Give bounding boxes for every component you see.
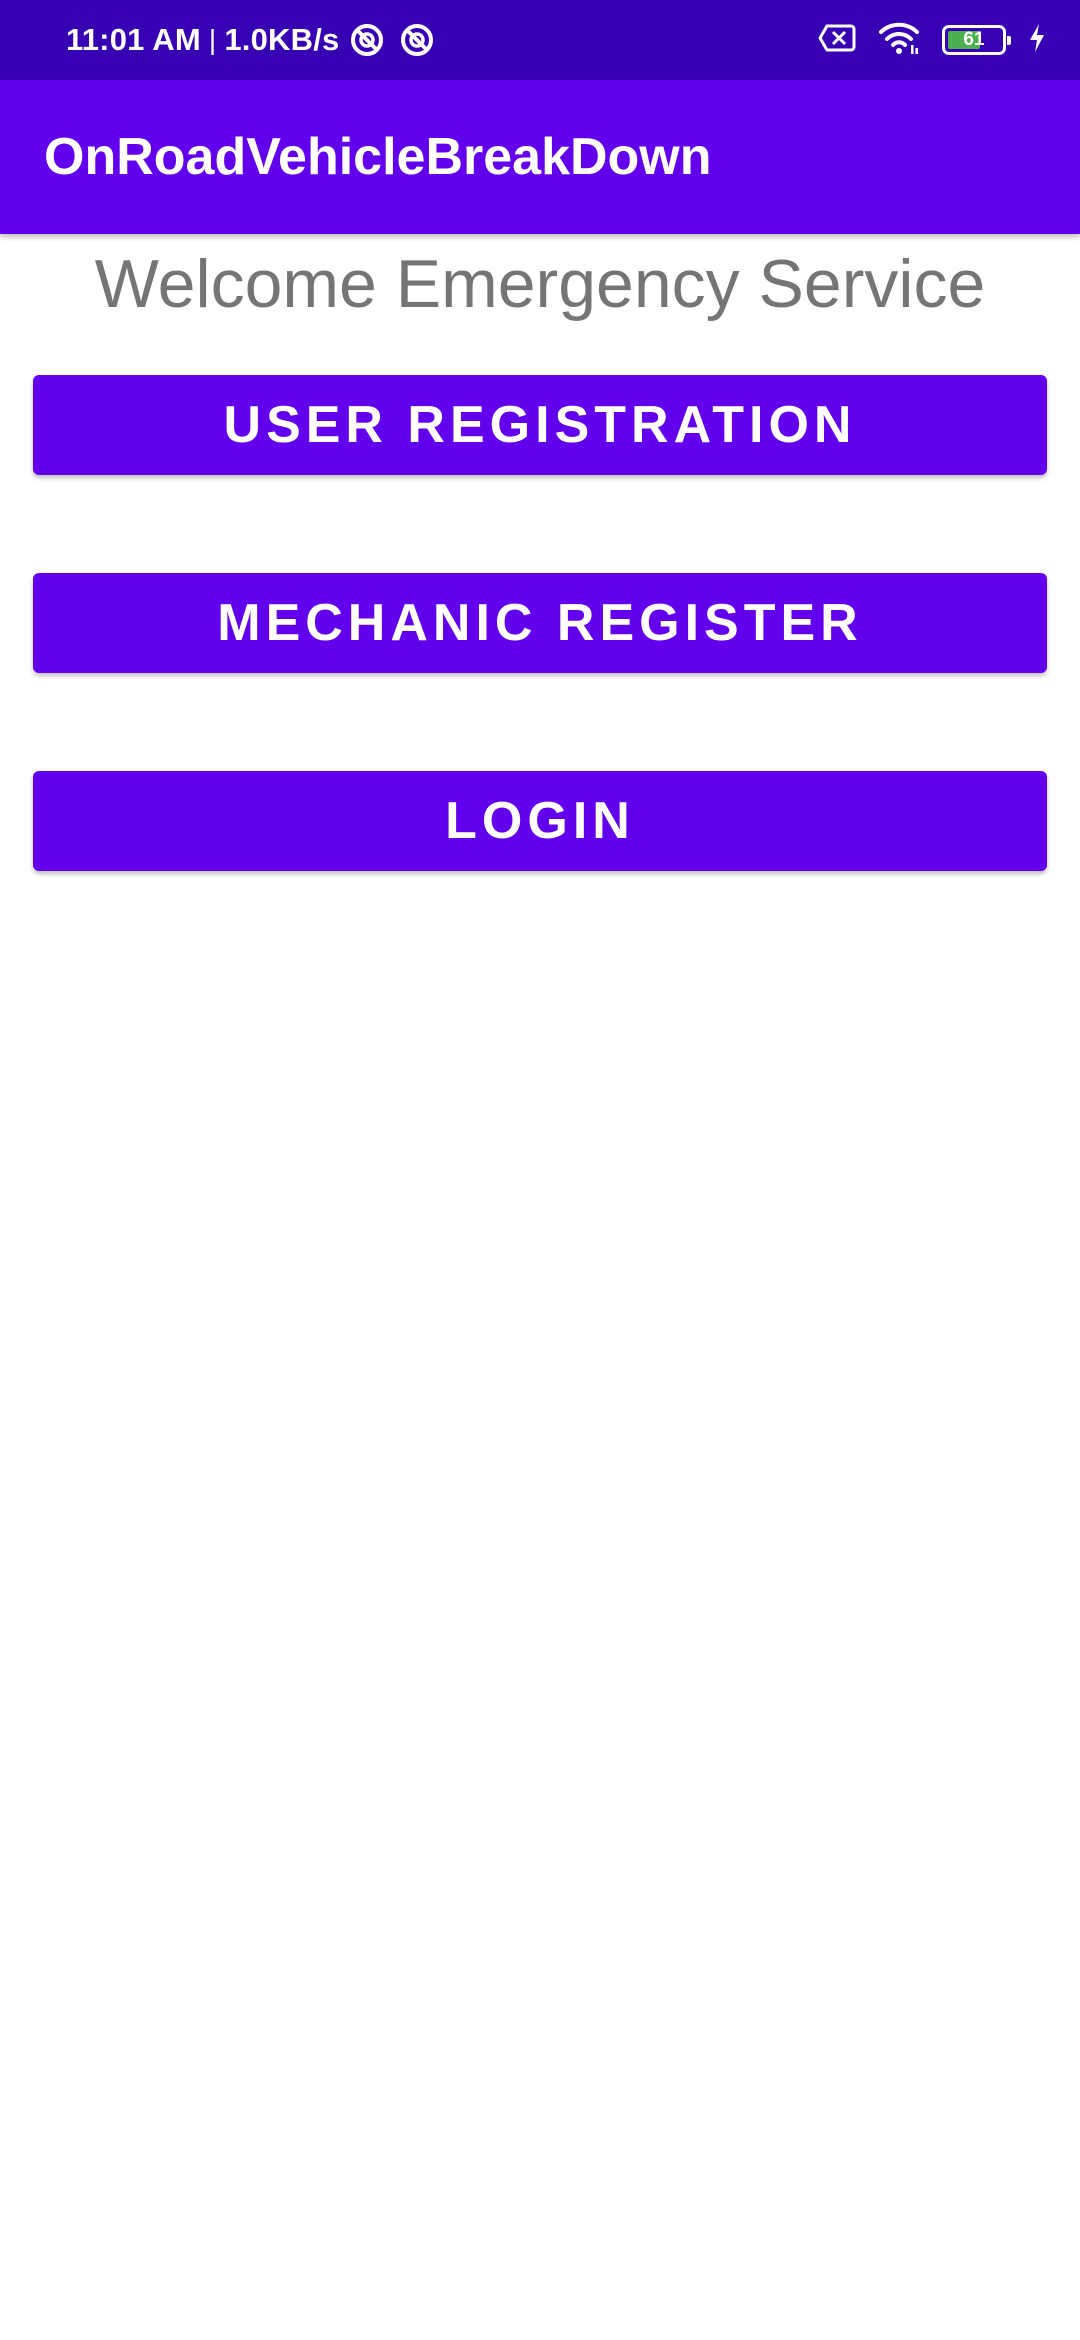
network-speed: 1.0KB/s [224,22,340,57]
app-bar: OnRoadVehicleBreakDown [0,80,1080,234]
status-right: 61 [796,0,1046,80]
charging-icon [1028,23,1046,58]
welcome-heading: Welcome Emergency Service [94,246,986,322]
battery-icon: 61 [942,25,1011,55]
app-title: OnRoadVehicleBreakDown [44,128,712,186]
status-bar: 11:01 AM | 1.0KB/s 61 [0,0,1080,80]
status-time: 11:01 AM [66,22,201,57]
status-left: 11:01 AM | 1.0KB/s [66,0,435,80]
vpn-icon [349,22,385,58]
battery-level-text: 61 [963,29,985,50]
user-registration-button[interactable]: USER REGISTRATION [33,375,1047,475]
login-button[interactable]: LOGIN [33,771,1047,871]
mechanic-register-button[interactable]: MECHANIC REGISTER [33,573,1047,673]
status-separator: | [208,24,217,55]
wifi-icon [878,21,920,60]
vpn-icon [399,22,435,58]
sim-missing-icon [818,23,856,58]
